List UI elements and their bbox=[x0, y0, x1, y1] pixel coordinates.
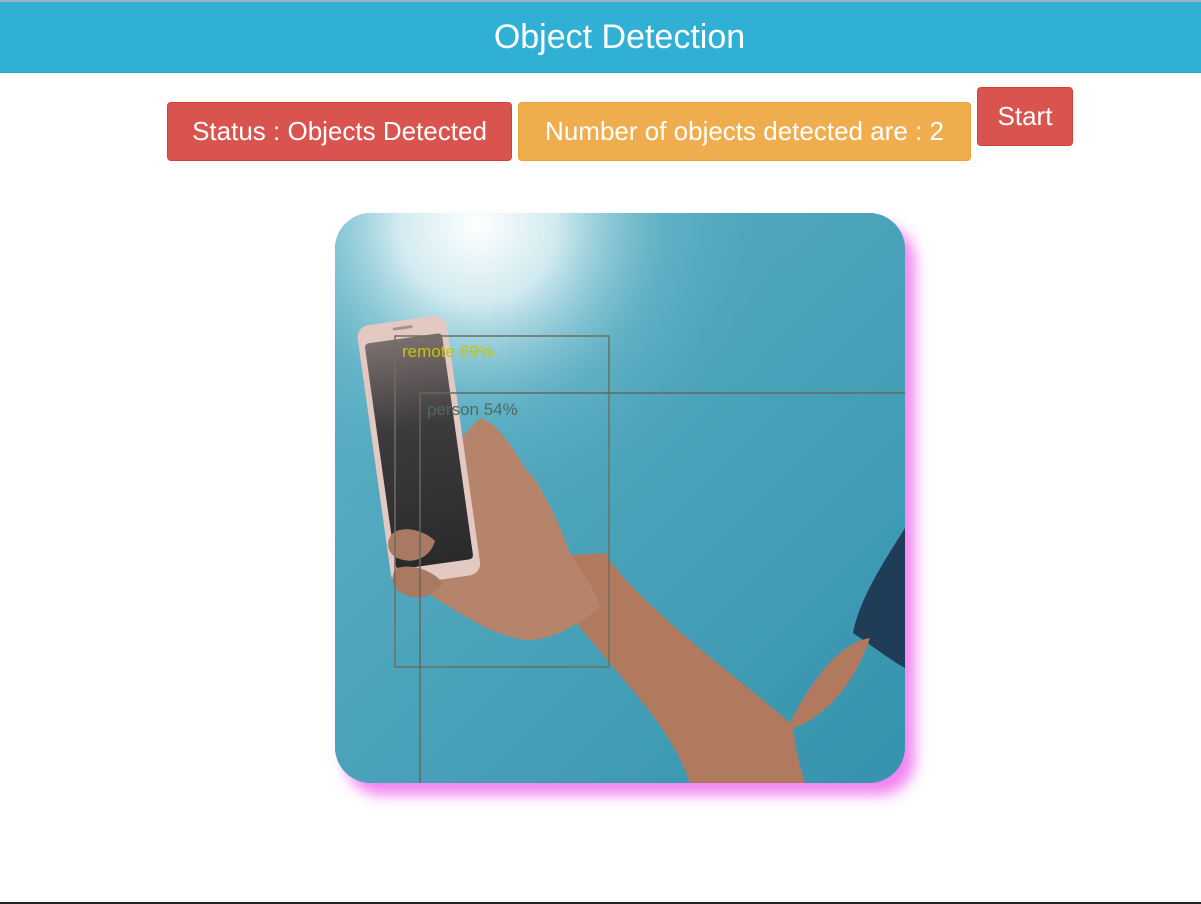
status-badge: Status : Objects Detected bbox=[167, 102, 512, 161]
video-feed: remote 69% person 54% bbox=[335, 213, 905, 783]
camera-frame bbox=[335, 213, 905, 783]
start-button[interactable]: Start bbox=[977, 87, 1073, 146]
app-header: Object Detection bbox=[0, 2, 1201, 73]
detection-label-person-text: person 54% bbox=[427, 400, 518, 419]
detection-label-remote-text: remote 69% bbox=[402, 342, 494, 361]
page-title: Object Detection bbox=[493, 17, 746, 56]
detection-label-remote: remote 69% bbox=[402, 342, 494, 362]
detection-label-person: person 54% bbox=[427, 400, 518, 420]
object-count-badge: Number of objects detected are : 2 bbox=[518, 102, 971, 161]
